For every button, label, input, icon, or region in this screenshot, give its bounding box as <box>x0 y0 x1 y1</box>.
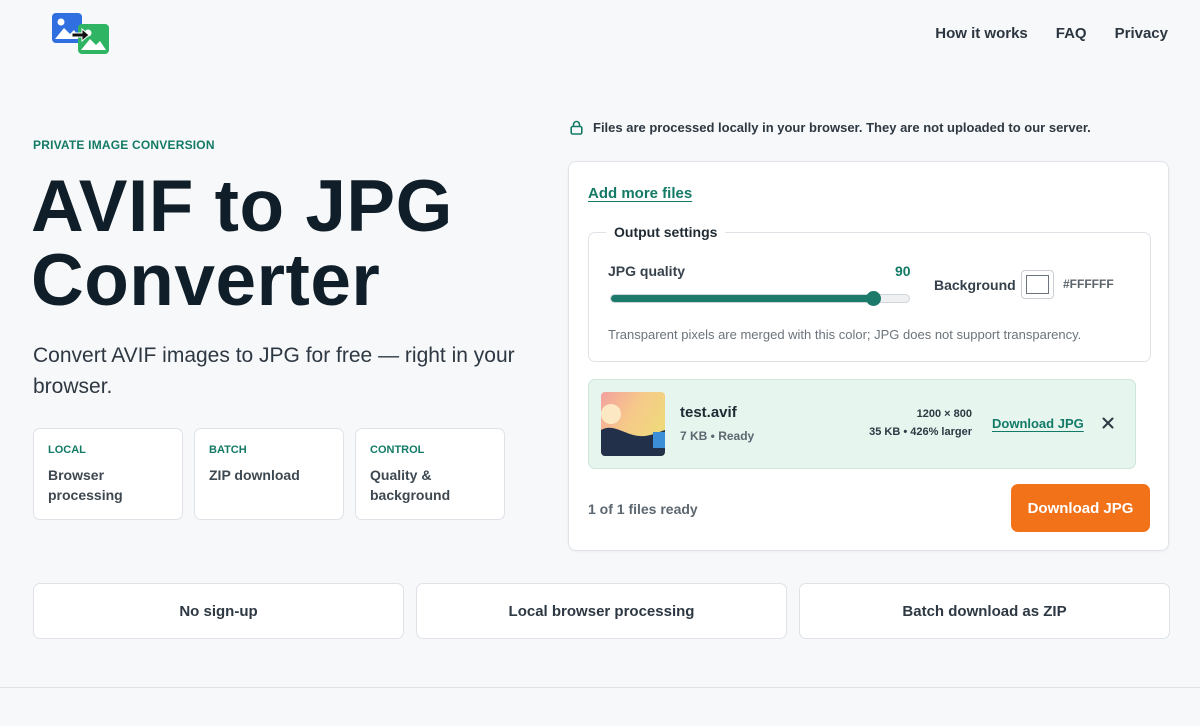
file-thumbnail <box>601 392 665 456</box>
background-color-picker[interactable] <box>1021 270 1054 299</box>
feature-text: ZIP download <box>209 467 300 483</box>
feature-card-batch: BATCH ZIP download <box>194 428 344 520</box>
remove-file-button[interactable] <box>1099 414 1117 432</box>
hero-eyebrow: PRIVATE IMAGE CONVERSION <box>33 138 215 152</box>
image-convert-icon <box>52 13 109 54</box>
lock-icon <box>570 120 583 135</box>
file-name: test.avif <box>680 404 737 421</box>
feature-cards: LOCAL Browser processing BATCH ZIP downl… <box>33 428 505 520</box>
background-label: Background <box>934 277 1016 293</box>
feature-text: Quality & background <box>370 467 451 503</box>
hero-subtitle: Convert AVIF images to JPG for free — ri… <box>33 344 515 398</box>
add-more-files-link[interactable]: Add more files <box>588 185 692 202</box>
close-icon <box>1102 417 1114 429</box>
benefits-row: No sign-up Local browser processing Batc… <box>33 583 1170 639</box>
slider-thumb[interactable] <box>866 291 882 306</box>
nav-how-it-works[interactable]: How it works <box>935 25 1028 43</box>
feature-tag: LOCAL <box>48 444 86 456</box>
file-download-link[interactable]: Download JPG <box>992 416 1084 431</box>
download-jpg-button[interactable]: Download JPG <box>1011 484 1150 532</box>
benefit-no-signup: No sign-up <box>33 583 404 639</box>
output-settings: Output settings JPG quality 90 Backgroun… <box>588 224 1151 362</box>
feature-tag: CONTROL <box>370 444 425 456</box>
benefit-batch-zip: Batch download as ZIP <box>799 583 1170 639</box>
app-logo[interactable] <box>52 13 112 55</box>
feature-text: Browser processing <box>48 467 123 503</box>
slider-fill <box>611 295 874 302</box>
benefit-local-processing: Local browser processing <box>416 583 787 639</box>
feature-card-local: LOCAL Browser processing <box>33 428 183 520</box>
nav-privacy[interactable]: Privacy <box>1115 25 1168 43</box>
jpg-quality-label: JPG quality <box>608 263 686 279</box>
files-ready-status: 1 of 1 files ready <box>588 501 698 517</box>
privacy-note: Files are processed locally in your brow… <box>570 120 1091 135</box>
page-title: AVIF to JPG Converter <box>31 166 453 321</box>
nav-faq[interactable]: FAQ <box>1056 25 1087 43</box>
top-nav: How it works FAQ Privacy <box>907 25 1168 43</box>
background-hex: #FFFFFF <box>1063 277 1114 291</box>
transparency-note: Transparent pixels are merged with this … <box>608 327 1082 342</box>
privacy-note-text: Files are processed locally in your brow… <box>593 120 1091 135</box>
footer-divider <box>0 687 1200 688</box>
feature-tag: BATCH <box>209 444 247 456</box>
jpg-quality-slider[interactable] <box>610 291 910 306</box>
output-settings-legend: Output settings <box>606 224 726 240</box>
converter-panel: Add more files Output settings JPG quali… <box>568 161 1169 551</box>
jpg-quality-value: 90 <box>895 263 911 279</box>
feature-card-control: CONTROL Quality & background <box>355 428 505 520</box>
file-meta: 7 KB • Ready <box>680 429 755 443</box>
color-swatch <box>1026 275 1049 294</box>
thumbnail-image <box>601 392 665 456</box>
file-output-size: 35 KB • 426% larger <box>869 426 972 438</box>
file-row: test.avif 7 KB • Ready 1200 × 800 35 KB … <box>588 379 1136 469</box>
file-dimensions: 1200 × 800 <box>916 408 972 420</box>
